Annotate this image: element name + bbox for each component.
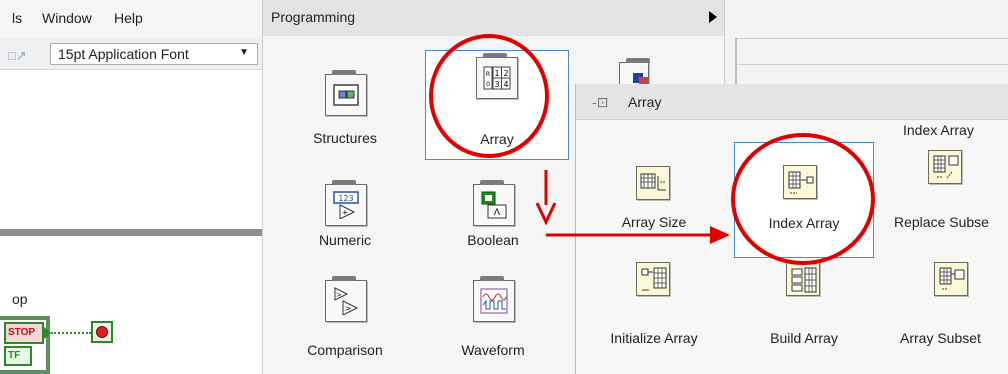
- array-palette-header: -⊡ Array: [576, 84, 1008, 120]
- svg-text:R: R: [486, 71, 490, 78]
- function-label: Build Array: [770, 330, 838, 346]
- function-label: Initialize Array: [610, 330, 698, 346]
- array-size-icon: [636, 166, 670, 200]
- split-divider[interactable]: [0, 229, 262, 236]
- text-settings-icon[interactable]: □↗: [8, 48, 27, 64]
- function-array-size[interactable]: Array Size: [586, 142, 722, 258]
- array-palette-title: Array: [628, 94, 662, 110]
- svg-text:2: 2: [503, 69, 508, 78]
- structures-folder-icon: [325, 70, 367, 116]
- stop-indicator[interactable]: [91, 321, 113, 343]
- palette-item-label: Array: [480, 131, 514, 147]
- boolean-wire[interactable]: [51, 332, 91, 334]
- background-window: [724, 0, 1008, 84]
- array-palette: -⊡ Array Index Array Array Size Index Ar…: [575, 84, 1008, 374]
- palette-item-label: Boolean: [467, 232, 519, 248]
- palette-item-label: Structures: [313, 130, 377, 146]
- terminal-arrow-icon: [44, 327, 51, 339]
- menu-bar: ls Window Help: [0, 0, 262, 38]
- palette-item-structures[interactable]: Structures: [285, 50, 405, 160]
- palette-header: Programming: [263, 0, 725, 36]
- index-array-icon: [783, 165, 817, 199]
- svg-text:>: >: [336, 291, 342, 299]
- font-select-value: 15pt Application Font: [58, 46, 189, 62]
- svg-text:>: >: [345, 304, 352, 313]
- function-initialize-array[interactable]: Initialize Array: [586, 258, 722, 374]
- svg-text:4: 4: [503, 80, 508, 89]
- palette-item-label: Numeric: [318, 232, 372, 248]
- svg-text:1: 1: [494, 69, 499, 78]
- function-build-array[interactable]: Build Array: [736, 258, 872, 374]
- thumbtack-icon[interactable]: -⊡: [592, 94, 608, 111]
- function-array-subset[interactable]: Array Subset: [882, 258, 1008, 374]
- font-select[interactable]: 15pt Application Font ▼: [50, 43, 258, 65]
- function-label: Replace Subse: [894, 214, 989, 230]
- palette-item-label: Comparison: [307, 342, 383, 358]
- palette-item-array[interactable]: 1 2 3 4 R 0 Array: [425, 50, 569, 160]
- array-subset-icon: [934, 262, 968, 296]
- palette-title: Programming: [271, 9, 356, 25]
- svg-text:0: 0: [486, 81, 490, 88]
- function-label: Array Size: [621, 214, 687, 230]
- build-array-icon: [786, 262, 820, 296]
- replace-subset-icon: [928, 150, 962, 184]
- chevron-down-icon: ▼: [239, 47, 249, 58]
- svg-text:3: 3: [494, 80, 499, 89]
- menu-item-help[interactable]: Help: [114, 10, 143, 26]
- initialize-array-icon: [636, 262, 670, 296]
- palette-item-numeric[interactable]: 123 + Numeric: [285, 160, 405, 270]
- toolbar: □↗ 15pt Application Font ▼: [0, 38, 262, 70]
- while-loop-label: op: [12, 291, 28, 307]
- function-label: Index Array: [768, 215, 840, 231]
- boolean-folder-icon: Λ: [473, 180, 515, 226]
- palette-item-boolean[interactable]: Λ Boolean: [433, 160, 553, 270]
- palette-item-label: Waveform: [461, 342, 525, 358]
- array-folder-icon: 1 2 3 4 R 0: [476, 53, 518, 99]
- palette-item-waveform[interactable]: Waveform: [433, 266, 553, 374]
- function-label: Array Subset: [900, 330, 981, 346]
- svg-text:123: 123: [338, 194, 353, 203]
- submenu-arrow-icon[interactable]: [709, 11, 717, 23]
- boolean-terminal[interactable]: TF: [4, 346, 32, 366]
- menu-item-tools[interactable]: ls: [12, 10, 22, 26]
- palette-item-comparison[interactable]: > > Comparison: [285, 266, 405, 374]
- numeric-folder-icon: 123 +: [325, 180, 367, 226]
- function-index-array[interactable]: Index Array: [734, 142, 874, 258]
- selected-function-tooltip: Index Array: [903, 122, 974, 138]
- menu-item-window[interactable]: Window: [42, 10, 92, 26]
- svg-text:+: +: [342, 208, 349, 217]
- waveform-folder-icon: [473, 276, 515, 322]
- led-icon: [96, 326, 108, 338]
- comparison-folder-icon: > >: [325, 276, 367, 322]
- svg-text:Λ: Λ: [494, 208, 501, 218]
- function-replace-array-subset[interactable]: Replace Subse: [882, 142, 1008, 258]
- stop-button-terminal[interactable]: STOP: [4, 322, 44, 344]
